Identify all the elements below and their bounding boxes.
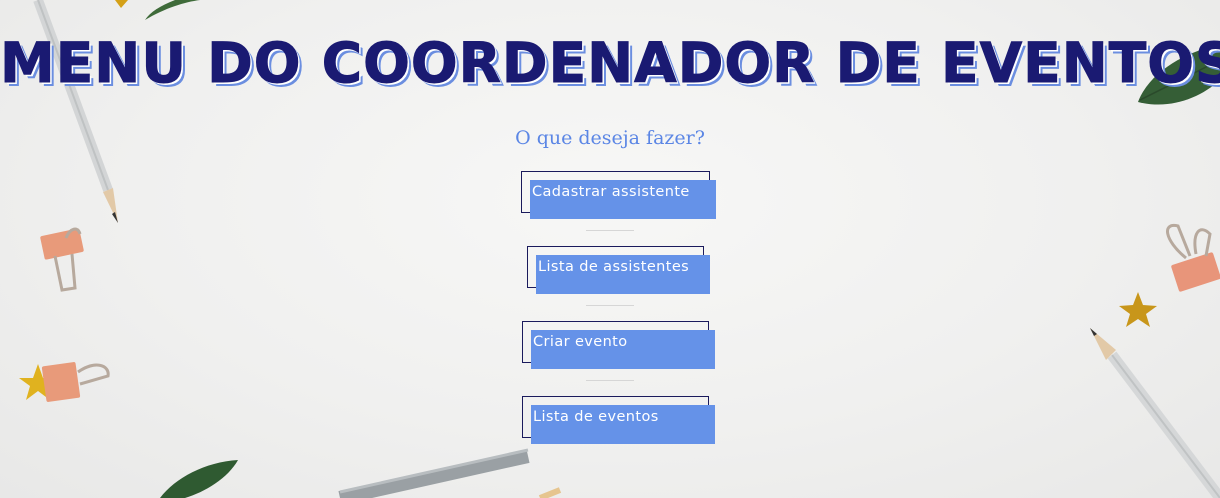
- binder-clip-icon: [41, 362, 110, 402]
- button-label: Cadastrar assistente: [532, 184, 690, 200]
- pencil-icon: [538, 487, 562, 498]
- button-label: Lista de eventos: [533, 409, 659, 425]
- create-event-button[interactable]: Criar evento: [522, 321, 715, 369]
- pencil-icon: [1090, 328, 1220, 498]
- binder-clip-icon: [1166, 223, 1220, 292]
- star-icon: [19, 364, 57, 400]
- star-icon: [1119, 292, 1157, 327]
- assistant-list-button[interactable]: Lista de assistentes: [527, 246, 710, 294]
- divider: [586, 305, 634, 306]
- register-assistant-button[interactable]: Cadastrar assistente: [521, 171, 716, 219]
- button-label: Criar evento: [533, 334, 628, 350]
- divider: [586, 380, 634, 381]
- leaf-icon: [145, 0, 200, 20]
- star-icon: [115, 0, 128, 8]
- page-subtitle: O que deseja fazer?: [515, 127, 705, 149]
- pencil-icon: [338, 448, 530, 498]
- divider: [586, 230, 634, 231]
- leaf-icon: [160, 460, 238, 498]
- page-title: MENU DO COORDENADOR DE EVENTOS: [0, 31, 1220, 96]
- binder-clip-icon: [40, 227, 84, 292]
- event-list-button[interactable]: Lista de eventos: [522, 396, 715, 444]
- button-label: Lista de assistentes: [538, 259, 690, 275]
